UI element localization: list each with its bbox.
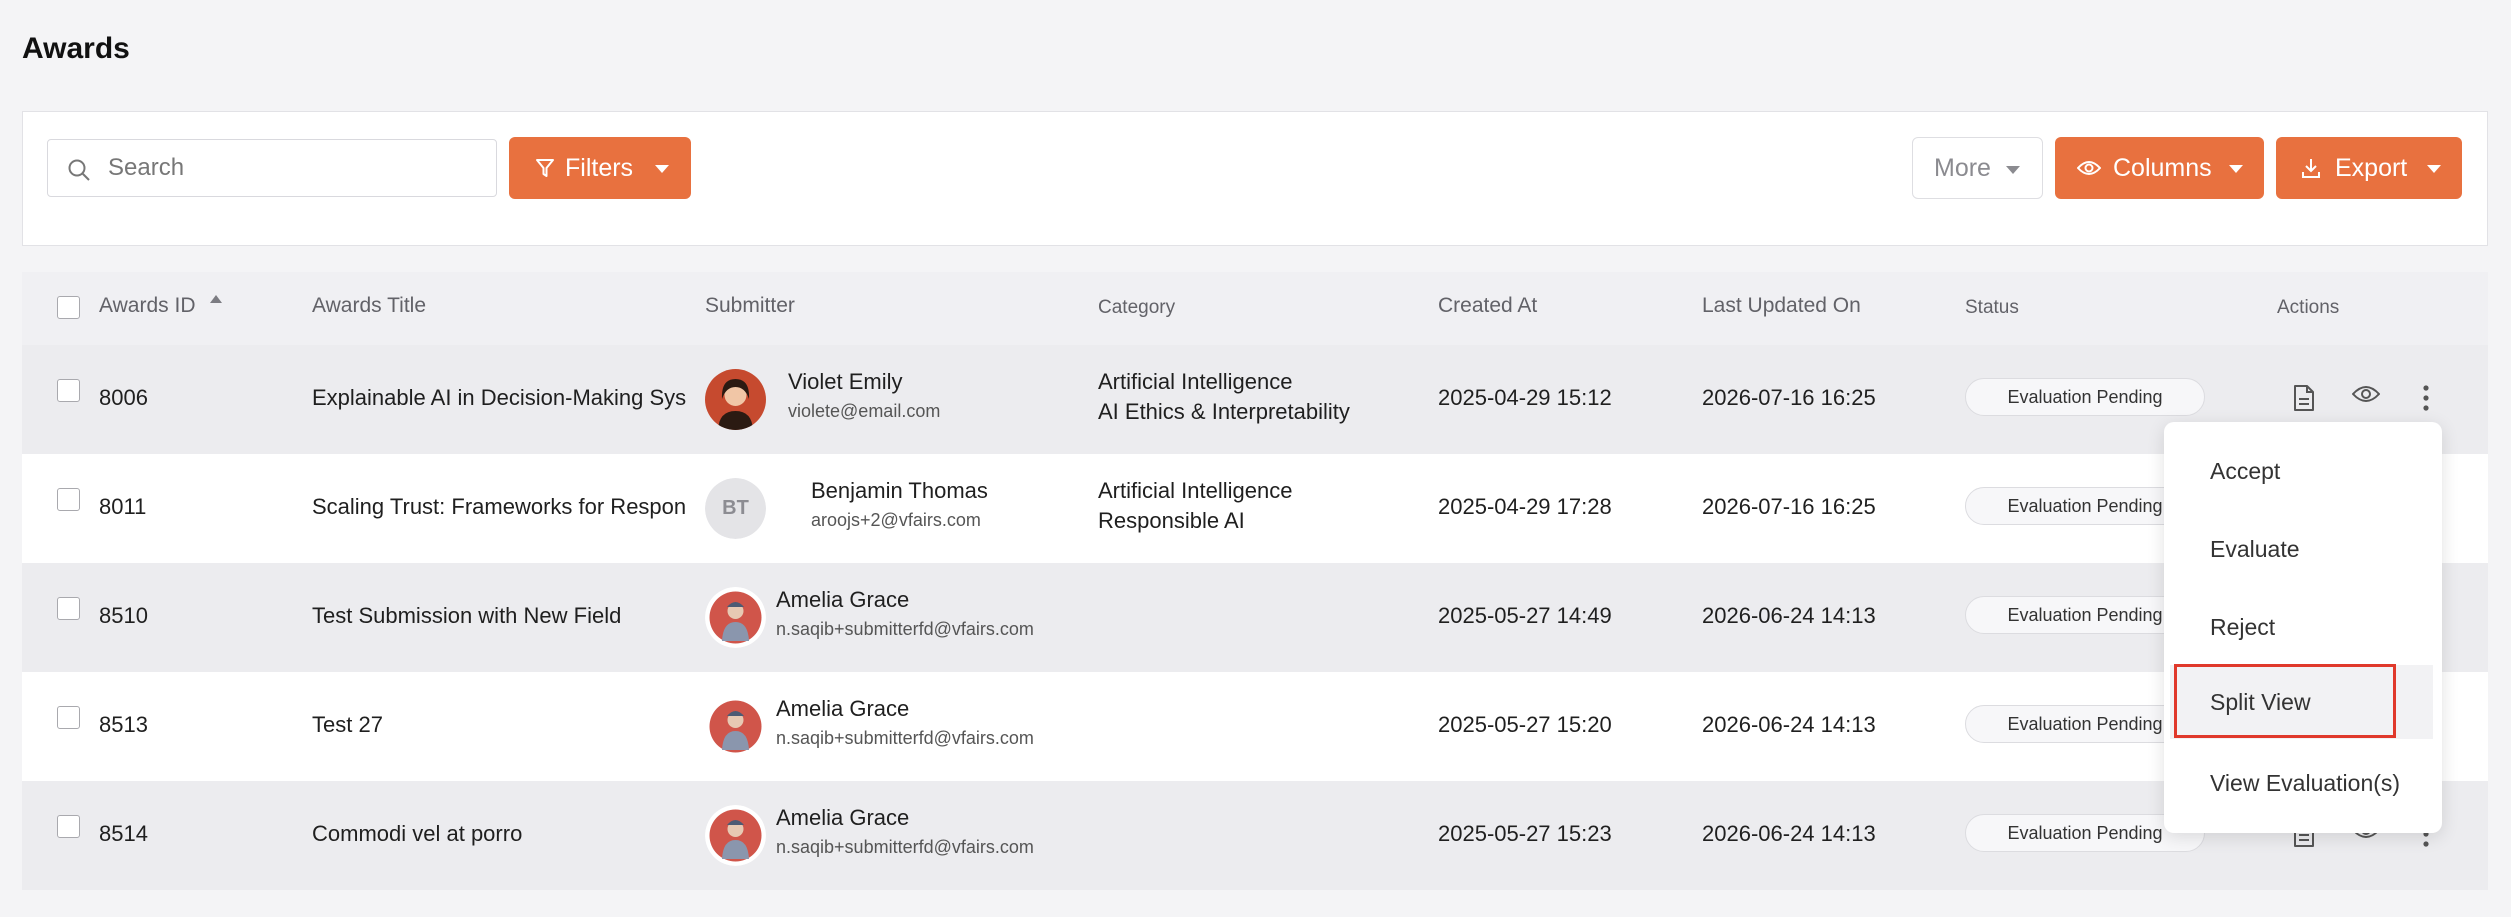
more-label: More: [1934, 153, 1991, 182]
category-secondary: AI Ethics & Interpretability: [1098, 399, 1350, 424]
submitter-name: Benjamin Thomas: [811, 478, 988, 503]
created-at: 2025-05-27 14:49: [1438, 603, 1612, 628]
last-updated: 2026-06-24 14:13: [1702, 603, 1876, 628]
avatar: [705, 587, 766, 648]
award-id: 8514: [99, 821, 148, 846]
table-header: Awards ID Awards Title Submitter Categor…: [22, 272, 2488, 345]
header-last-updated: Last Updated On: [1702, 294, 1861, 317]
row-checkbox[interactable]: [57, 706, 80, 729]
submitter-email: n.saqib+submitterfd@vfairs.com: [776, 728, 1034, 748]
search-input[interactable]: [108, 150, 478, 186]
submitter-name: Amelia Grace: [776, 805, 910, 830]
row-checkbox[interactable]: [57, 379, 80, 402]
category-primary: Artificial Intelligence: [1098, 478, 1293, 503]
created-at: 2025-04-29 15:12: [1438, 385, 1612, 410]
submitter-name: Violet Emily: [788, 369, 903, 394]
avatar: [705, 369, 766, 430]
row-checkbox[interactable]: [57, 488, 80, 511]
header-submitter: Submitter: [705, 294, 795, 317]
menu-item-view-evaluations[interactable]: View Evaluation(s): [2164, 746, 2442, 820]
document-icon[interactable]: [2292, 384, 2316, 417]
table-row: 8514 Commodi vel at porro Amelia Grace n…: [22, 781, 2488, 890]
menu-item-split-view[interactable]: Split View: [2170, 664, 2433, 739]
filter-icon: [536, 159, 554, 177]
menu-item-evaluate[interactable]: Evaluate: [2164, 512, 2442, 586]
more-button[interactable]: More: [1912, 137, 2043, 199]
last-updated: 2026-06-24 14:13: [1702, 821, 1876, 846]
last-updated: 2026-06-24 14:13: [1702, 712, 1876, 737]
search-icon: [68, 159, 90, 181]
chevron-down-icon: [2229, 165, 2243, 173]
category-primary: Artificial Intelligence: [1098, 369, 1293, 394]
row-checkbox[interactable]: [57, 597, 80, 620]
avatar-initials: BT: [705, 478, 766, 539]
submitter-name: Amelia Grace: [776, 696, 910, 721]
header-awards-title: Awards Title: [312, 294, 426, 317]
submitter-name: Amelia Grace: [776, 587, 910, 612]
status-badge: Evaluation Pending: [1965, 378, 2205, 416]
header-actions: Actions: [2277, 297, 2340, 318]
eye-icon: [2077, 161, 2101, 175]
table-row: 8006 Explainable AI in Decision-Making S…: [22, 345, 2488, 454]
download-icon: [2302, 159, 2320, 178]
chevron-down-icon: [2427, 165, 2441, 173]
highlight-box: [2174, 664, 2396, 738]
columns-label: Columns: [2113, 153, 2212, 182]
export-button[interactable]: Export: [2276, 137, 2462, 199]
toolbar: Filters More Columns Export: [22, 111, 2488, 246]
menu-item-accept[interactable]: Accept: [2164, 434, 2442, 508]
award-id: 8011: [99, 494, 147, 519]
created-at: 2025-05-27 15:20: [1438, 712, 1612, 737]
table-row: 8011 Scaling Trust: Frameworks for Respo…: [22, 454, 2488, 563]
award-id: 8006: [99, 385, 148, 410]
header-category: Category: [1098, 297, 1176, 318]
kebab-menu-icon[interactable]: [2422, 384, 2430, 417]
columns-button[interactable]: Columns: [2055, 137, 2264, 199]
row-checkbox[interactable]: [57, 815, 80, 838]
avatar: [705, 805, 766, 866]
view-icon[interactable]: [2351, 384, 2381, 409]
award-title[interactable]: Explainable AI in Decision-Making Sys: [312, 385, 692, 411]
submitter-email: n.saqib+submitterfd@vfairs.com: [776, 619, 1034, 639]
filters-label: Filters: [565, 153, 634, 182]
created-at: 2025-05-27 15:23: [1438, 821, 1612, 846]
created-at: 2025-04-29 17:28: [1438, 494, 1612, 519]
award-title[interactable]: Test 27: [312, 712, 692, 738]
chevron-down-icon: [655, 165, 669, 173]
search-box[interactable]: [47, 139, 497, 197]
submitter-email: aroojs+2@vfairs.com: [811, 510, 981, 530]
row-actions-menu: Accept Evaluate Reject Split View View E…: [2164, 422, 2442, 833]
award-title[interactable]: Commodi vel at porro: [312, 821, 692, 847]
export-label: Export: [2335, 153, 2408, 182]
category-secondary: Responsible AI: [1098, 508, 1245, 533]
award-title[interactable]: Test Submission with New Field: [312, 603, 692, 629]
filters-button[interactable]: Filters: [509, 137, 691, 199]
submitter-email: n.saqib+submitterfd@vfairs.com: [776, 837, 1034, 857]
avatar: [705, 696, 766, 757]
sort-up-icon[interactable]: [210, 295, 222, 303]
award-id: 8513: [99, 712, 148, 737]
last-updated: 2026-07-16 16:25: [1702, 494, 1876, 519]
award-id: 8510: [99, 603, 148, 628]
header-status: Status: [1965, 297, 2019, 318]
table-row: 8513 Test 27 Amelia Grace n.saqib+submit…: [22, 672, 2488, 781]
header-created-at: Created At: [1438, 294, 1538, 317]
award-title[interactable]: Scaling Trust: Frameworks for Respon: [312, 494, 692, 520]
last-updated: 2026-07-16 16:25: [1702, 385, 1876, 410]
table-row: 8510 Test Submission with New Field Amel…: [22, 563, 2488, 672]
menu-item-reject[interactable]: Reject: [2164, 590, 2442, 664]
awards-table: Awards ID Awards Title Submitter Categor…: [22, 272, 2488, 890]
select-all-checkbox[interactable]: [57, 296, 80, 319]
submitter-email: violete@email.com: [788, 401, 941, 421]
page-title: Awards: [22, 32, 130, 65]
chevron-down-icon: [2006, 166, 2020, 174]
avatar: BT: [705, 478, 766, 539]
header-awards-id[interactable]: Awards ID: [99, 294, 195, 318]
